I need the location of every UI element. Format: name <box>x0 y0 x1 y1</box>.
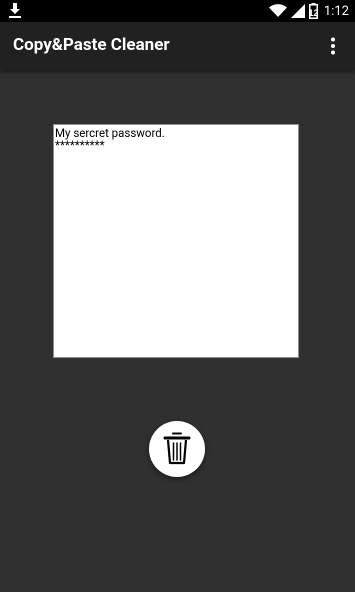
app-toolbar: Copy&Paste Cleaner <box>0 22 355 70</box>
clipboard-line-2: ********** <box>55 138 105 152</box>
download-icon <box>9 3 21 18</box>
status-bar: 12 1:12 <box>0 0 355 22</box>
trash-icon <box>163 432 191 465</box>
status-time: 1:12 <box>323 3 349 19</box>
clear-clipboard-button[interactable] <box>149 421 205 477</box>
status-icons: 12 1:12 <box>268 2 349 20</box>
more-vert-icon[interactable] <box>323 36 343 56</box>
battery-icon: 12 <box>308 3 318 19</box>
clipboard-content-panel: My sercret password. ********** <box>53 124 299 358</box>
battery-level-text: 12 <box>309 8 318 18</box>
wifi-icon <box>268 4 287 17</box>
signal-icon <box>290 4 305 18</box>
app-title: Copy&Paste Cleaner <box>13 35 170 55</box>
